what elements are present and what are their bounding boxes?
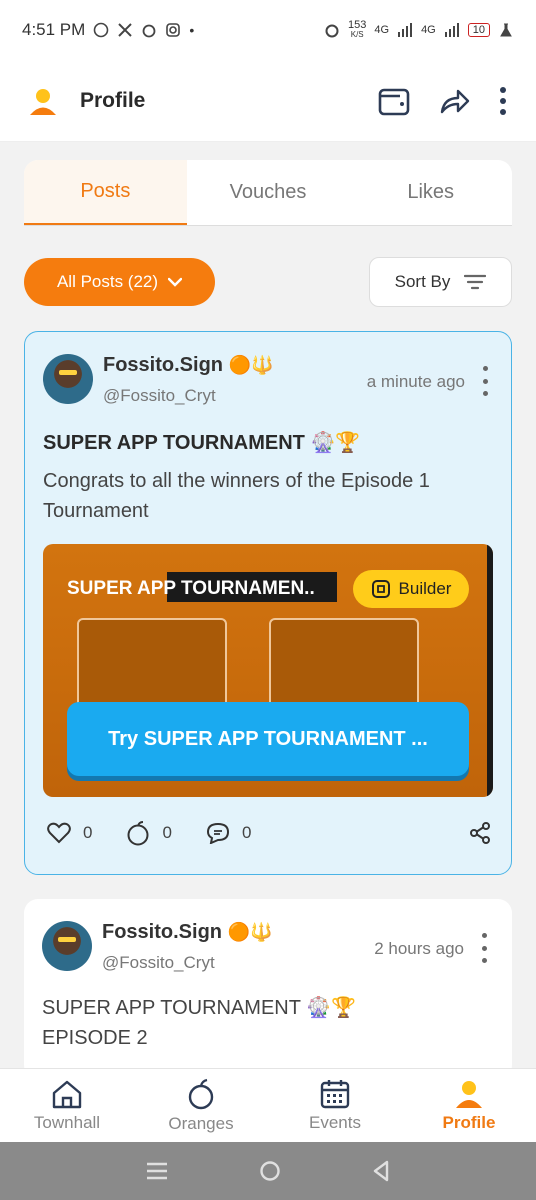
builder-icon — [371, 580, 390, 598]
signal-1: 4G — [374, 24, 390, 36]
post-actions: 0 0 0 — [47, 818, 491, 848]
page-title: Profile — [80, 88, 146, 112]
post-title: SUPER APP TOURNAMENT 🎡🏆 — [42, 997, 356, 1019]
bottom-nav: Townhall Oranges Events Profile — [0, 1068, 536, 1142]
post-time: 2 hours ago — [374, 939, 464, 958]
post-header: Fossito.Sign 🟠🔱 @Fossito_Cryt a minute a… — [43, 354, 495, 410]
post-title: SUPER APP TOURNAMENT 🎡🏆 — [43, 432, 361, 454]
tab-posts[interactable]: Posts — [24, 160, 187, 225]
nav-townhall[interactable]: Townhall — [0, 1069, 134, 1142]
post-more-icon[interactable] — [474, 933, 494, 963]
dot-icon: • — [189, 22, 195, 38]
net-unit: K/S — [350, 30, 364, 39]
share-icon[interactable] — [438, 86, 470, 116]
post-more-icon[interactable] — [475, 366, 495, 396]
more-icon[interactable] — [498, 86, 508, 116]
profile-tabs: Posts Vouches Likes — [24, 160, 512, 226]
system-nav-bar — [0, 1142, 536, 1200]
like-count: 0 — [83, 823, 93, 842]
user-badges: 🟠🔱 — [227, 922, 273, 942]
alarm-icon — [325, 24, 339, 38]
instagram-icon — [166, 23, 181, 37]
post-media[interactable]: SUPER APP TOURNAMEN.. Builder Try SUPER … — [43, 544, 493, 797]
nav-events[interactable]: Events — [268, 1069, 402, 1142]
status-bar: 4:51 PM • 153 K/S 4G 4G 10 — [0, 0, 536, 60]
signal-2: 4G — [421, 24, 436, 36]
builder-badge[interactable]: Builder — [353, 570, 469, 608]
orange-icon — [188, 1078, 214, 1109]
tab-vouches[interactable]: Vouches — [187, 160, 350, 225]
nav-oranges[interactable]: Oranges — [134, 1069, 268, 1142]
media-edge — [487, 544, 493, 797]
sort-icon — [464, 274, 487, 290]
net-speed: 153 — [348, 19, 367, 31]
alarm-icon — [142, 24, 156, 38]
orange-action[interactable]: 0 — [126, 820, 172, 846]
avatar[interactable] — [42, 921, 92, 971]
sort-by-button[interactable]: Sort By — [369, 257, 512, 307]
post-subtitle: EPISODE 2 — [42, 1027, 148, 1049]
username[interactable]: Fossito.Sign — [102, 921, 222, 943]
home-button-icon[interactable] — [259, 1160, 281, 1182]
whatsapp-icon — [94, 22, 109, 38]
user-handle: @Fossito_Cryt — [102, 953, 215, 972]
username-row: Fossito.Sign 🟠🔱 — [102, 921, 272, 944]
post-card[interactable]: Fossito.Sign 🟠🔱 @Fossito_Cryt 2 hours ag… — [24, 899, 512, 1079]
username-row: Fossito.Sign 🟠🔱 — [103, 354, 273, 377]
like-action[interactable]: 0 — [47, 822, 92, 844]
calendar-icon — [320, 1079, 350, 1108]
nav-label: Townhall — [33, 1112, 101, 1132]
builder-label: Builder — [398, 579, 452, 598]
battery-icon: 10 — [467, 23, 490, 37]
clock: 4:51 PM — [22, 20, 86, 39]
comment-action[interactable]: 0 — [206, 822, 251, 844]
share-icon[interactable] — [469, 822, 491, 844]
app-header: Profile — [0, 60, 536, 142]
user-handle: @Fossito_Cryt — [103, 386, 216, 405]
nav-profile[interactable]: Profile — [402, 1069, 536, 1142]
orange-icon — [127, 821, 149, 846]
profile-icon — [456, 1080, 482, 1108]
signal-icon — [398, 23, 413, 37]
signal-icon — [444, 23, 459, 37]
heart-icon — [47, 822, 71, 844]
wallet-icon[interactable] — [378, 86, 410, 116]
x-icon — [118, 23, 133, 37]
media-title: SUPER APP TOURNAMEN.. — [67, 578, 315, 599]
try-app-button[interactable]: Try SUPER APP TOURNAMENT ... — [67, 702, 469, 776]
post-card[interactable]: Fossito.Sign 🟠🔱 @Fossito_Cryt a minute a… — [24, 331, 512, 875]
post-header: Fossito.Sign 🟠🔱 @Fossito_Cryt 2 hours ag… — [42, 921, 494, 977]
post-body: Congrats to all the winners of the Episo… — [43, 470, 430, 522]
comment-count: 0 — [241, 823, 252, 842]
nav-label: Oranges — [168, 1113, 234, 1133]
all-posts-filter-button[interactable]: All Posts (22) — [24, 258, 215, 306]
username[interactable]: Fossito.Sign — [103, 354, 223, 376]
chevron-down-icon — [168, 277, 183, 287]
avatar-icon — [30, 88, 56, 115]
user-badges: 🟠🔱 — [228, 355, 274, 375]
nav-label: Events — [309, 1112, 361, 1132]
home-icon — [52, 1080, 82, 1108]
sort-label: Sort By — [394, 272, 451, 291]
orange-count: 0 — [162, 823, 172, 842]
filter-label: All Posts (22) — [56, 272, 159, 291]
comment-icon — [206, 822, 229, 844]
back-icon[interactable] — [371, 1160, 391, 1182]
post-time: a minute ago — [366, 372, 465, 391]
flask-icon — [500, 23, 512, 37]
recent-apps-icon[interactable] — [145, 1161, 169, 1181]
avatar[interactable] — [43, 354, 93, 404]
tab-likes[interactable]: Likes — [349, 160, 512, 225]
nav-label: Profile — [442, 1112, 496, 1132]
